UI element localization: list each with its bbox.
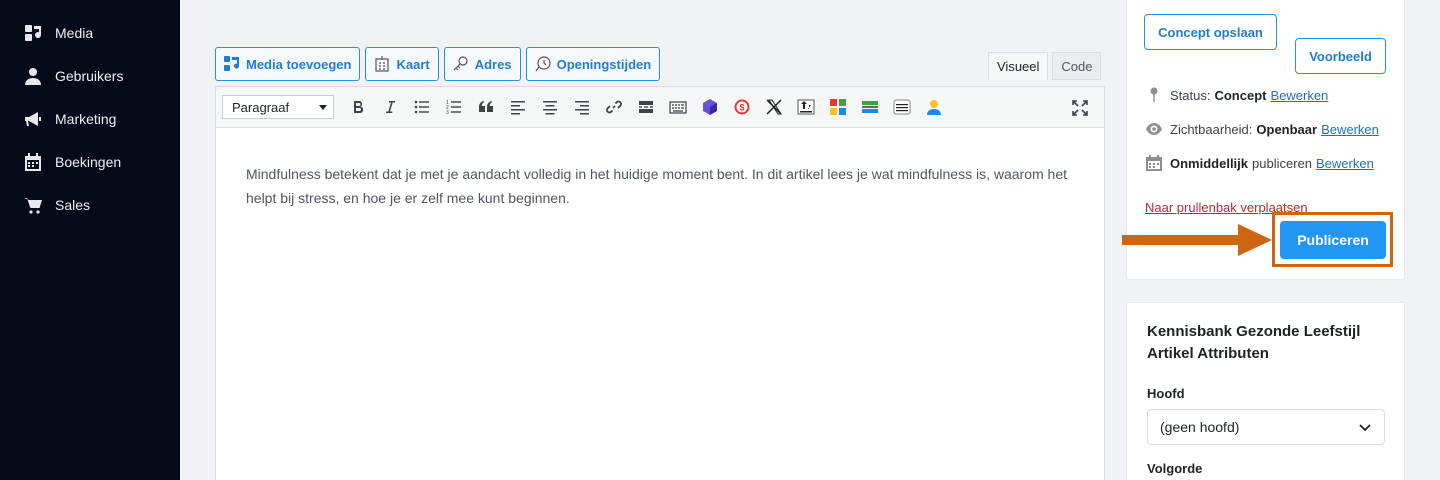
fullscreen-button[interactable] <box>1064 93 1096 123</box>
bars-plugin-button[interactable] <box>854 92 886 122</box>
sidebar-item-label: Gebruikers <box>55 68 124 84</box>
sidebar-item-label: Media <box>55 25 94 41</box>
calendar-icon <box>22 151 44 173</box>
sidebar-item-marketing[interactable]: Marketing <box>22 107 116 131</box>
align-center-button[interactable] <box>534 92 566 122</box>
media-icon <box>22 22 44 44</box>
edit-schedule-link[interactable]: Bewerken <box>1316 156 1374 171</box>
sidebar-item-label: Marketing <box>55 111 117 127</box>
edit-visibility-link[interactable]: Bewerken <box>1321 122 1379 137</box>
align-center-icon <box>543 101 557 115</box>
attributes-title: Kennisbank Gezonde Leefstijl Artikel Att… <box>1147 323 1361 362</box>
svg-text:$: $ <box>739 103 744 113</box>
person-icon <box>927 100 941 115</box>
sidebar-item-media[interactable]: Media <box>22 21 93 45</box>
visibility-row: Zichtbaarheid: Openbaar Bewerken <box>1145 119 1379 139</box>
italic-icon <box>386 101 395 113</box>
lines-icon <box>893 99 911 115</box>
shield-icon <box>703 99 717 115</box>
map-button[interactable]: Kaart <box>365 47 439 81</box>
parent-select[interactable]: (geen hoofd) <box>1147 409 1385 445</box>
tab-visual[interactable]: Visueel <box>988 52 1049 80</box>
media-add-icon <box>223 55 241 73</box>
calendar-icon <box>1145 154 1163 172</box>
address-icon <box>452 55 470 73</box>
visibility-value: Openbaar <box>1256 121 1318 137</box>
bars-icon <box>862 101 878 113</box>
annotation-arrow-icon <box>1122 224 1272 256</box>
numbered-list-icon: 123 <box>446 100 461 116</box>
read-more-button[interactable] <box>630 92 662 122</box>
content-paragraph: Mindfulness betekent dat je met je aanda… <box>246 166 1068 206</box>
add-media-button[interactable]: Media toevoegen <box>215 47 361 81</box>
parent-label: Hoofd <box>1147 386 1185 401</box>
save-draft-button[interactable]: Concept opslaan <box>1144 14 1277 50</box>
link-button[interactable] <box>598 92 630 122</box>
dollar-icon: $ <box>734 99 750 115</box>
upload-icon <box>797 99 815 115</box>
numbered-list-button[interactable]: 123 <box>438 92 470 122</box>
grid-icon <box>830 99 846 115</box>
person-plugin-button[interactable] <box>918 92 950 122</box>
align-left-icon <box>511 101 525 115</box>
sidebar-item-sales[interactable]: Sales <box>22 193 90 217</box>
status-value: Concept <box>1214 87 1267 103</box>
chevron-down-icon <box>1359 424 1371 432</box>
editor-area: Paragraaf 123 $ Mindfulness betekent dat… <box>215 86 1105 480</box>
megaphone-icon <box>22 108 44 130</box>
edit-status-link[interactable]: Bewerken <box>1270 88 1328 103</box>
shield-plugin-button[interactable] <box>694 92 726 122</box>
read-more-icon <box>639 101 653 113</box>
bullet-list-button[interactable] <box>406 92 438 122</box>
editor-content[interactable]: Mindfulness betekent dat je met je aanda… <box>216 128 1104 244</box>
italic-button[interactable] <box>374 92 406 122</box>
format-select[interactable]: Paragraaf <box>222 95 334 119</box>
bold-button[interactable] <box>342 92 374 122</box>
x-embed-button[interactable] <box>758 92 790 122</box>
grid-plugin-button[interactable] <box>822 92 854 122</box>
link-icon <box>606 100 622 114</box>
sidebar-item-label: Boekingen <box>55 154 122 170</box>
currency-plugin-button[interactable]: $ <box>726 92 758 122</box>
keyboard-icon <box>669 101 687 114</box>
user-icon <box>22 65 44 87</box>
media-buttons: Media toevoegen Kaart Adres Openingstijd… <box>215 47 661 81</box>
upload-plugin-button[interactable] <box>790 92 822 122</box>
editor-toolbar: Paragraaf 123 $ <box>216 87 1104 128</box>
sidebar-item-gebruikers[interactable]: Gebruikers <box>22 64 123 88</box>
eye-icon <box>1145 120 1163 138</box>
align-right-icon <box>575 101 589 115</box>
sidebar-item-boekingen[interactable]: Boekingen <box>22 150 121 174</box>
editor-tabs: Visueel Code <box>988 52 1102 80</box>
sidebar-item-label: Sales <box>55 197 91 213</box>
address-button[interactable]: Adres <box>443 47 521 81</box>
admin-sidebar: Media Gebruikers Marketing Boekingen Sal… <box>0 0 180 480</box>
schedule-row: Onmiddellijk publiceren Bewerken <box>1145 153 1374 173</box>
align-left-button[interactable] <box>502 92 534 122</box>
bullet-list-icon <box>414 100 429 114</box>
bold-icon <box>354 101 364 114</box>
map-icon <box>373 55 391 73</box>
article-attributes-box: Kennisbank Gezonde Leefstijl Artikel Att… <box>1126 302 1405 480</box>
x-twitter-icon <box>766 99 782 115</box>
blockquote-button[interactable] <box>470 92 502 122</box>
pin-icon <box>1145 86 1163 104</box>
publish-button[interactable]: Publiceren <box>1280 221 1386 259</box>
toolbar-toggle-button[interactable] <box>662 92 694 122</box>
status-row: Status: Concept Bewerken <box>1145 85 1328 105</box>
chevron-down-icon <box>319 104 327 110</box>
tab-code[interactable]: Code <box>1052 52 1102 80</box>
clock-icon <box>534 55 552 73</box>
align-right-button[interactable] <box>566 92 598 122</box>
schedule-value: Onmiddellijk <box>1170 155 1249 171</box>
opening-hours-button[interactable]: Openingstijden <box>525 47 661 81</box>
order-label: Volgorde <box>1147 461 1203 476</box>
preview-button[interactable]: Voorbeeld <box>1295 38 1386 74</box>
cart-icon <box>22 194 44 216</box>
expand-icon <box>1072 100 1088 116</box>
svg-text:3: 3 <box>446 110 449 116</box>
quote-icon <box>479 101 493 112</box>
lines-plugin-button[interactable] <box>886 92 918 122</box>
